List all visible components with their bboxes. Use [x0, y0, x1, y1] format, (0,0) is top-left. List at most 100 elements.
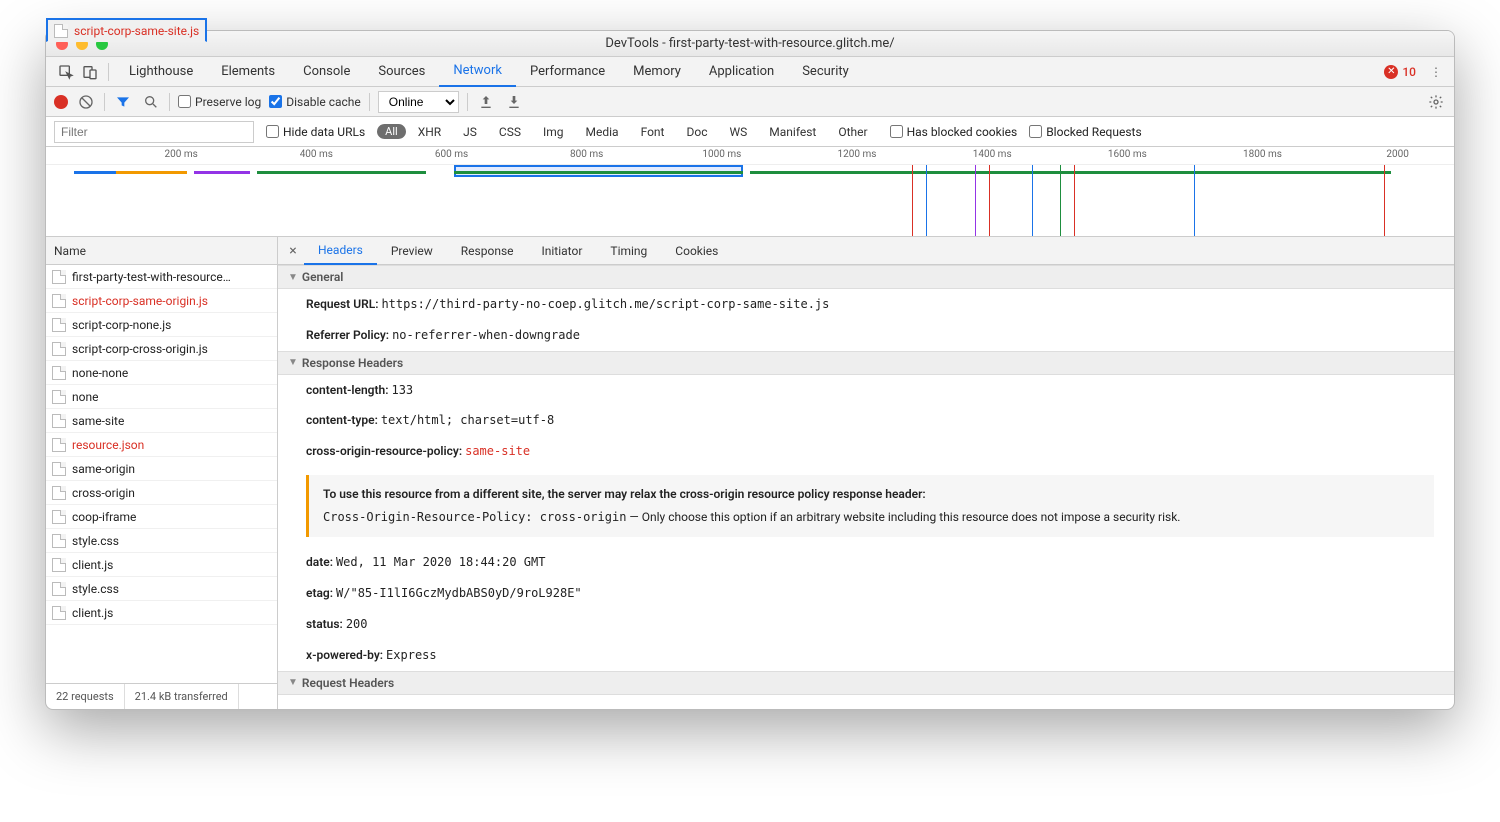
- request-row[interactable]: script-corp-same-origin.js: [46, 289, 277, 313]
- file-icon: [52, 582, 66, 596]
- request-row[interactable]: same-origin: [46, 457, 277, 481]
- file-icon: [52, 366, 66, 380]
- filter-type-xhr[interactable]: XHR: [418, 125, 441, 139]
- resp-status: status: 200: [278, 609, 1454, 640]
- error-count-badge[interactable]: ✕ 10: [1384, 65, 1416, 79]
- request-row[interactable]: coop-iframe: [46, 505, 277, 529]
- file-icon: [52, 462, 66, 476]
- file-icon: [52, 486, 66, 500]
- filter-type-img[interactable]: Img: [543, 125, 564, 139]
- detail-tab-cookies[interactable]: Cookies: [661, 237, 732, 265]
- callout-rest: — Only choose this option if an arbitrar…: [626, 510, 1180, 524]
- record-button[interactable]: [54, 95, 68, 109]
- request-row[interactable]: script-corp-cross-origin.js: [46, 337, 277, 361]
- disable-cache-checkbox[interactable]: Disable cache: [269, 95, 361, 109]
- tab-performance[interactable]: Performance: [516, 57, 619, 87]
- timeline-tick: 800 ms: [570, 149, 603, 160]
- section-general[interactable]: ▼General: [278, 265, 1454, 289]
- request-row[interactable]: none-none: [46, 361, 277, 385]
- filter-type-all[interactable]: All: [377, 124, 406, 139]
- section-request-headers[interactable]: ▼Request Headers: [278, 671, 1454, 695]
- file-icon: [52, 534, 66, 548]
- request-row[interactable]: style.css: [46, 577, 277, 601]
- resp-date: date: Wed, 11 Mar 2020 18:44:20 GMT: [278, 547, 1454, 578]
- resp-etag: etag: W/"85-I1lI6GczMydbABS0yD/9roL928E": [278, 578, 1454, 609]
- resp-x-powered-by: x-powered-by: Express: [278, 640, 1454, 671]
- download-icon[interactable]: [504, 92, 524, 112]
- request-name: style.css: [72, 582, 119, 596]
- request-row[interactable]: client.js: [46, 601, 277, 625]
- filter-type-css[interactable]: CSS: [499, 125, 521, 139]
- detail-tab-headers[interactable]: Headers: [304, 237, 377, 265]
- preserve-log-checkbox[interactable]: Preserve log: [178, 95, 261, 109]
- timeline-tick: 1200 ms: [838, 149, 877, 160]
- tab-security[interactable]: Security: [788, 57, 863, 87]
- tab-elements[interactable]: Elements: [207, 57, 289, 87]
- request-row[interactable]: script-corp-none.js: [46, 313, 277, 337]
- clear-icon[interactable]: [76, 92, 96, 112]
- error-count: 10: [1402, 65, 1416, 79]
- timeline-tick: 1800 ms: [1243, 149, 1282, 160]
- filter-icon[interactable]: [113, 92, 133, 112]
- file-icon: [52, 318, 66, 332]
- request-name: none-none: [72, 366, 128, 380]
- tab-sources[interactable]: Sources: [364, 57, 439, 87]
- request-name: client.js: [72, 558, 113, 572]
- general-referrer-policy: Referrer Policy: no-referrer-when-downgr…: [278, 320, 1454, 351]
- request-row[interactable]: cross-origin: [46, 481, 277, 505]
- file-icon: [52, 270, 66, 284]
- tab-lighthouse[interactable]: Lighthouse: [115, 57, 207, 87]
- request-row[interactable]: first-party-test-with-resource…: [46, 265, 277, 289]
- detail-tab-initiator[interactable]: Initiator: [528, 237, 597, 265]
- filter-type-js[interactable]: JS: [463, 125, 477, 139]
- section-response-headers[interactable]: ▼Response Headers: [278, 351, 1454, 375]
- close-icon[interactable]: ×: [282, 243, 304, 259]
- file-icon: [52, 558, 66, 572]
- callout-code: Cross-Origin-Resource-Policy: cross-orig…: [323, 510, 626, 524]
- main-tabs: LighthouseElementsConsoleSourcesNetworkP…: [46, 57, 1454, 87]
- general-request-url: Request URL: https://third-party-no-coep…: [278, 289, 1454, 320]
- blocked-requests-checkbox[interactable]: Blocked Requests: [1029, 125, 1141, 139]
- timeline-tick: 600 ms: [435, 149, 468, 160]
- status-requests: 22 requests: [46, 684, 125, 709]
- detail-tabs: × HeadersPreviewResponseInitiatorTimingC…: [278, 237, 1454, 265]
- file-icon: [52, 606, 66, 620]
- filter-type-doc[interactable]: Doc: [686, 125, 707, 139]
- filter-type-media[interactable]: Media: [586, 125, 619, 139]
- hide-data-urls-checkbox[interactable]: Hide data URLs: [266, 125, 365, 139]
- detail-panel: × HeadersPreviewResponseInitiatorTimingC…: [278, 237, 1454, 709]
- request-name: cross-origin: [72, 486, 135, 500]
- detail-tab-preview[interactable]: Preview: [377, 237, 447, 265]
- settings-icon[interactable]: [1426, 92, 1446, 112]
- detail-tab-timing[interactable]: Timing: [596, 237, 661, 265]
- filter-type-ws[interactable]: WS: [729, 125, 747, 139]
- tab-console[interactable]: Console: [289, 57, 364, 87]
- name-column-header[interactable]: Name: [46, 237, 277, 265]
- tab-application[interactable]: Application: [695, 57, 788, 87]
- device-toggle-icon[interactable]: [78, 60, 102, 84]
- filter-type-manifest[interactable]: Manifest: [769, 125, 816, 139]
- filter-input[interactable]: [54, 121, 254, 143]
- inspect-icon[interactable]: [54, 60, 78, 84]
- request-name: script-corp-none.js: [72, 318, 171, 332]
- tab-network[interactable]: Network: [439, 57, 516, 87]
- search-icon[interactable]: [141, 92, 161, 112]
- request-name: script-corp-same-origin.js: [72, 294, 208, 308]
- upload-icon[interactable]: [476, 92, 496, 112]
- file-icon: [52, 510, 66, 524]
- file-icon: [52, 390, 66, 404]
- network-timeline[interactable]: 200 ms400 ms600 ms800 ms1000 ms1200 ms14…: [46, 147, 1454, 237]
- filter-type-other[interactable]: Other: [838, 125, 867, 139]
- request-row[interactable]: style.css: [46, 529, 277, 553]
- has-blocked-cookies-checkbox[interactable]: Has blocked cookies: [890, 125, 1018, 139]
- kebab-menu-icon[interactable]: ⋮: [1426, 65, 1446, 79]
- request-row[interactable]: none: [46, 385, 277, 409]
- detail-tab-response[interactable]: Response: [447, 237, 528, 265]
- filter-type-font[interactable]: Font: [641, 125, 665, 139]
- request-row[interactable]: client.js: [46, 553, 277, 577]
- request-row[interactable]: same-site: [46, 409, 277, 433]
- request-name: same-site: [72, 414, 124, 428]
- throttling-select[interactable]: Online: [378, 91, 459, 113]
- request-row[interactable]: resource.json: [46, 433, 277, 457]
- tab-memory[interactable]: Memory: [619, 57, 695, 87]
